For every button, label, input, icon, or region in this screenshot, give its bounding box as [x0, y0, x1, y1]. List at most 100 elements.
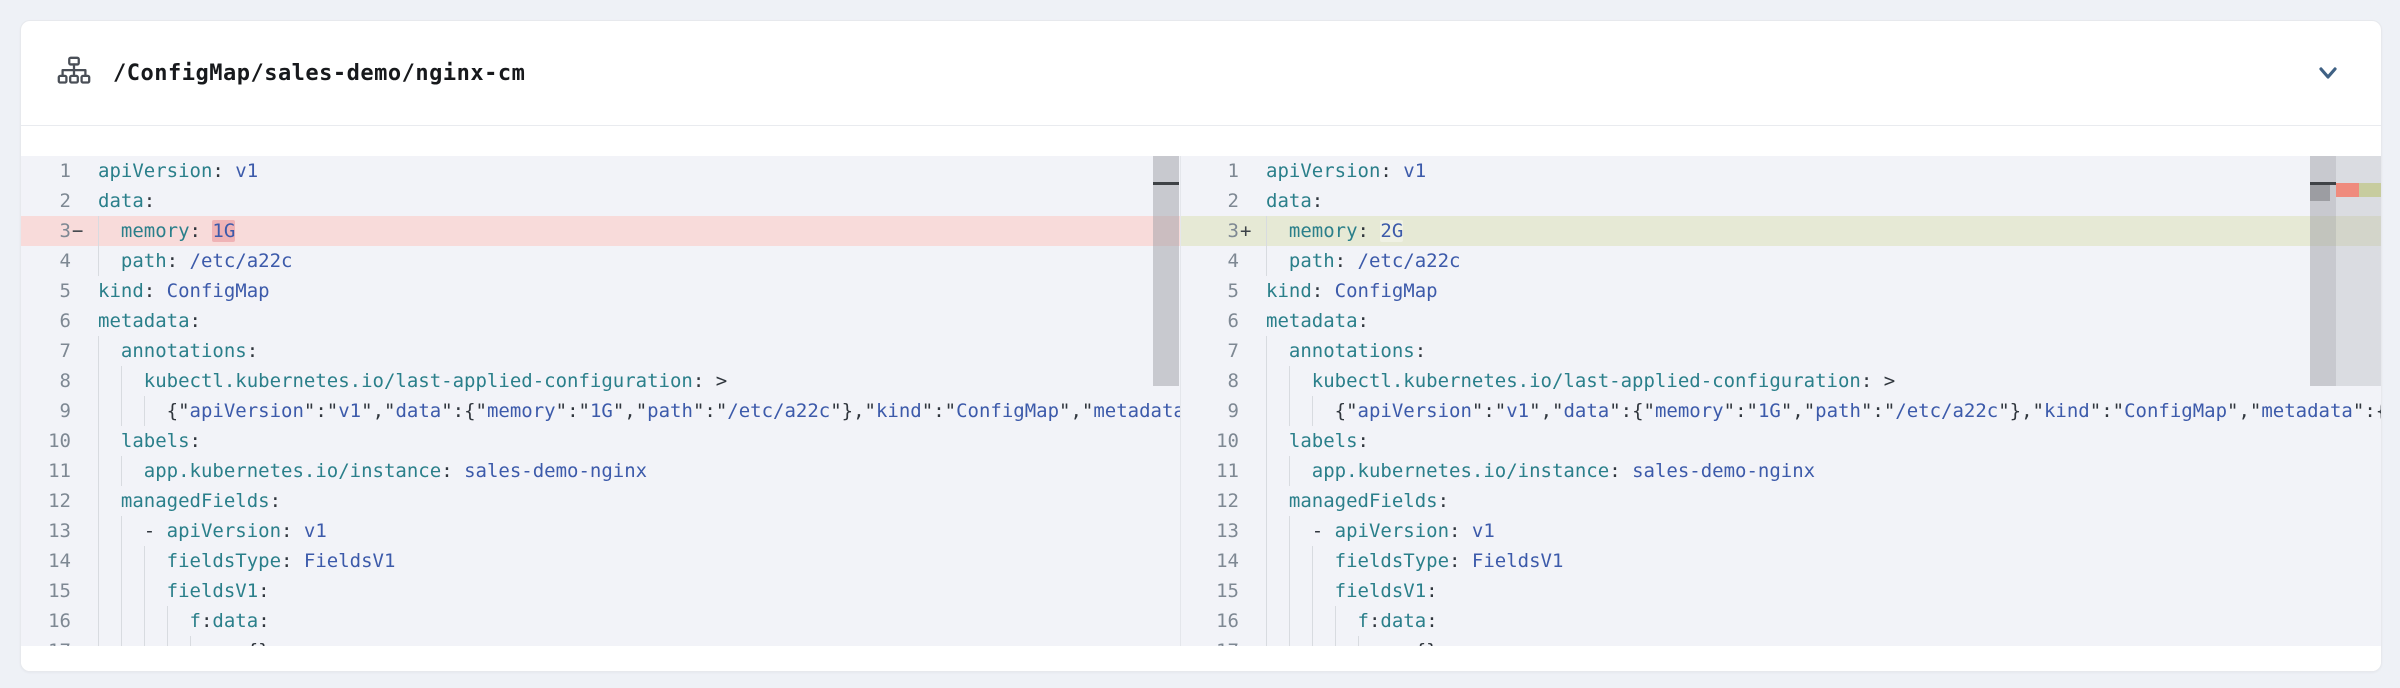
line-number: 3 — [1181, 216, 1239, 246]
indent-guide — [98, 366, 99, 396]
indent-guide — [98, 396, 99, 426]
code-text: annotations: — [1258, 336, 2381, 366]
diff-marker — [71, 486, 90, 516]
line-number: 13 — [21, 516, 71, 546]
scrollbar-diff-mark — [1153, 182, 1179, 185]
code-text: path: /etc/a22c — [1258, 246, 2381, 276]
diff-line: 1apiVersion: v1 — [1181, 156, 2381, 186]
diff-marker — [1239, 456, 1258, 486]
line-number: 15 — [21, 576, 71, 606]
indent-guide — [1266, 426, 1267, 456]
indent-guide — [167, 606, 168, 636]
indent-guide — [1312, 546, 1313, 576]
indent-guide — [98, 516, 99, 546]
code-text: {"apiVersion":"v1","data":{"memory":"1G"… — [1258, 396, 2381, 426]
diff-pane-modified[interactable]: 1apiVersion: v12data:3+ memory: 2G4 path… — [1181, 156, 2381, 646]
indent-guide — [98, 426, 99, 456]
line-number: 2 — [21, 186, 71, 216]
diff-marker — [1239, 486, 1258, 516]
indent-guide — [1266, 396, 1267, 426]
diff-line: 15 fieldsV1: — [21, 576, 1181, 606]
diff-line: 11 app.kubernetes.io/instance: sales-dem… — [21, 456, 1181, 486]
code-text: - apiVersion: v1 — [90, 516, 1181, 546]
resource-hierarchy-icon — [55, 54, 93, 92]
diff-marker — [1239, 546, 1258, 576]
code-text: managedFields: — [1258, 486, 2381, 516]
line-number: 7 — [21, 336, 71, 366]
diff-line: 4 path: /etc/a22c — [1181, 246, 2381, 276]
diff-marker — [1239, 366, 1258, 396]
indent-guide — [1289, 456, 1290, 486]
indent-guide — [1289, 636, 1290, 646]
diff-marker — [1239, 156, 1258, 186]
indent-guide — [1266, 516, 1267, 546]
diff-marker — [71, 366, 90, 396]
diff-line: 10 labels: — [1181, 426, 2381, 456]
diff-marker — [71, 636, 90, 646]
indent-guide — [121, 636, 122, 646]
diff-line: 6metadata: — [1181, 306, 2381, 336]
diff-marker — [1239, 426, 1258, 456]
diff-line: 14 fieldsType: FieldsV1 — [1181, 546, 2381, 576]
line-number: 15 — [1181, 576, 1239, 606]
left-editor-scrollbar[interactable] — [1153, 156, 1179, 386]
diff-line: 4 path: /etc/a22c — [21, 246, 1181, 276]
diff-marker — [71, 186, 90, 216]
diff-marker — [71, 456, 90, 486]
diff-marker — [71, 336, 90, 366]
indent-guide — [1289, 546, 1290, 576]
indent-guide — [1266, 576, 1267, 606]
line-number: 11 — [1181, 456, 1239, 486]
line-number: 17 — [1181, 636, 1239, 646]
diff-line: 17 .: {} — [21, 636, 1181, 646]
indent-guide — [121, 366, 122, 396]
code-text: apiVersion: v1 — [90, 156, 1181, 186]
indent-guide — [1266, 606, 1267, 636]
indent-guide — [121, 576, 122, 606]
diff-marker — [1239, 276, 1258, 306]
indent-guide — [144, 576, 145, 606]
right-editor-scrollbar[interactable] — [2310, 156, 2336, 386]
diff-marker — [71, 396, 90, 426]
indent-guide — [98, 546, 99, 576]
indent-guide — [121, 606, 122, 636]
code-text: kubectl.kubernetes.io/last-applied-confi… — [1258, 366, 2381, 396]
indent-guide — [121, 546, 122, 576]
line-number: 1 — [21, 156, 71, 186]
code-text: path: /etc/a22c — [90, 246, 1181, 276]
indent-guide — [1266, 336, 1267, 366]
line-number: 4 — [1181, 246, 1239, 276]
chevron-down-icon[interactable] — [2313, 62, 2343, 84]
line-number: 16 — [21, 606, 71, 636]
diff-line: 8 kubectl.kubernetes.io/last-applied-con… — [21, 366, 1181, 396]
indent-guide — [121, 516, 122, 546]
code-text: f:data: — [90, 606, 1181, 636]
diff-marker — [71, 306, 90, 336]
code-text: {"apiVersion":"v1","data":{"memory":"1G"… — [90, 396, 1181, 426]
resource-header: /ConfigMap/sales-demo/nginx-cm — [21, 21, 2381, 126]
indent-guide — [1266, 366, 1267, 396]
diff-marker — [1239, 636, 1258, 646]
indent-guide — [121, 396, 122, 426]
header-editor-spacer — [21, 126, 2381, 156]
code-text: app.kubernetes.io/instance: sales-demo-n… — [1258, 456, 2381, 486]
code-text: memory: 1G — [90, 216, 1181, 246]
line-number: 13 — [1181, 516, 1239, 546]
diff-marker — [1239, 186, 1258, 216]
line-number: 3 — [21, 216, 71, 246]
diff-marker — [1239, 606, 1258, 636]
code-text: app.kubernetes.io/instance: sales-demo-n… — [90, 456, 1181, 486]
diff-pane-original[interactable]: 1apiVersion: v12data:3− memory: 1G4 path… — [21, 156, 1181, 646]
line-number: 8 — [21, 366, 71, 396]
line-number: 9 — [1181, 396, 1239, 426]
line-number: 6 — [1181, 306, 1239, 336]
code-text: labels: — [1258, 426, 2381, 456]
diff-line: 11 app.kubernetes.io/instance: sales-dem… — [1181, 456, 2381, 486]
indent-guide — [98, 456, 99, 486]
diff-line: 12 managedFields: — [1181, 486, 2381, 516]
indent-guide — [1335, 636, 1336, 646]
code-text: fieldsType: FieldsV1 — [1258, 546, 2381, 576]
code-text: fieldsV1: — [1258, 576, 2381, 606]
indent-guide — [144, 546, 145, 576]
indent-guide — [144, 636, 145, 646]
